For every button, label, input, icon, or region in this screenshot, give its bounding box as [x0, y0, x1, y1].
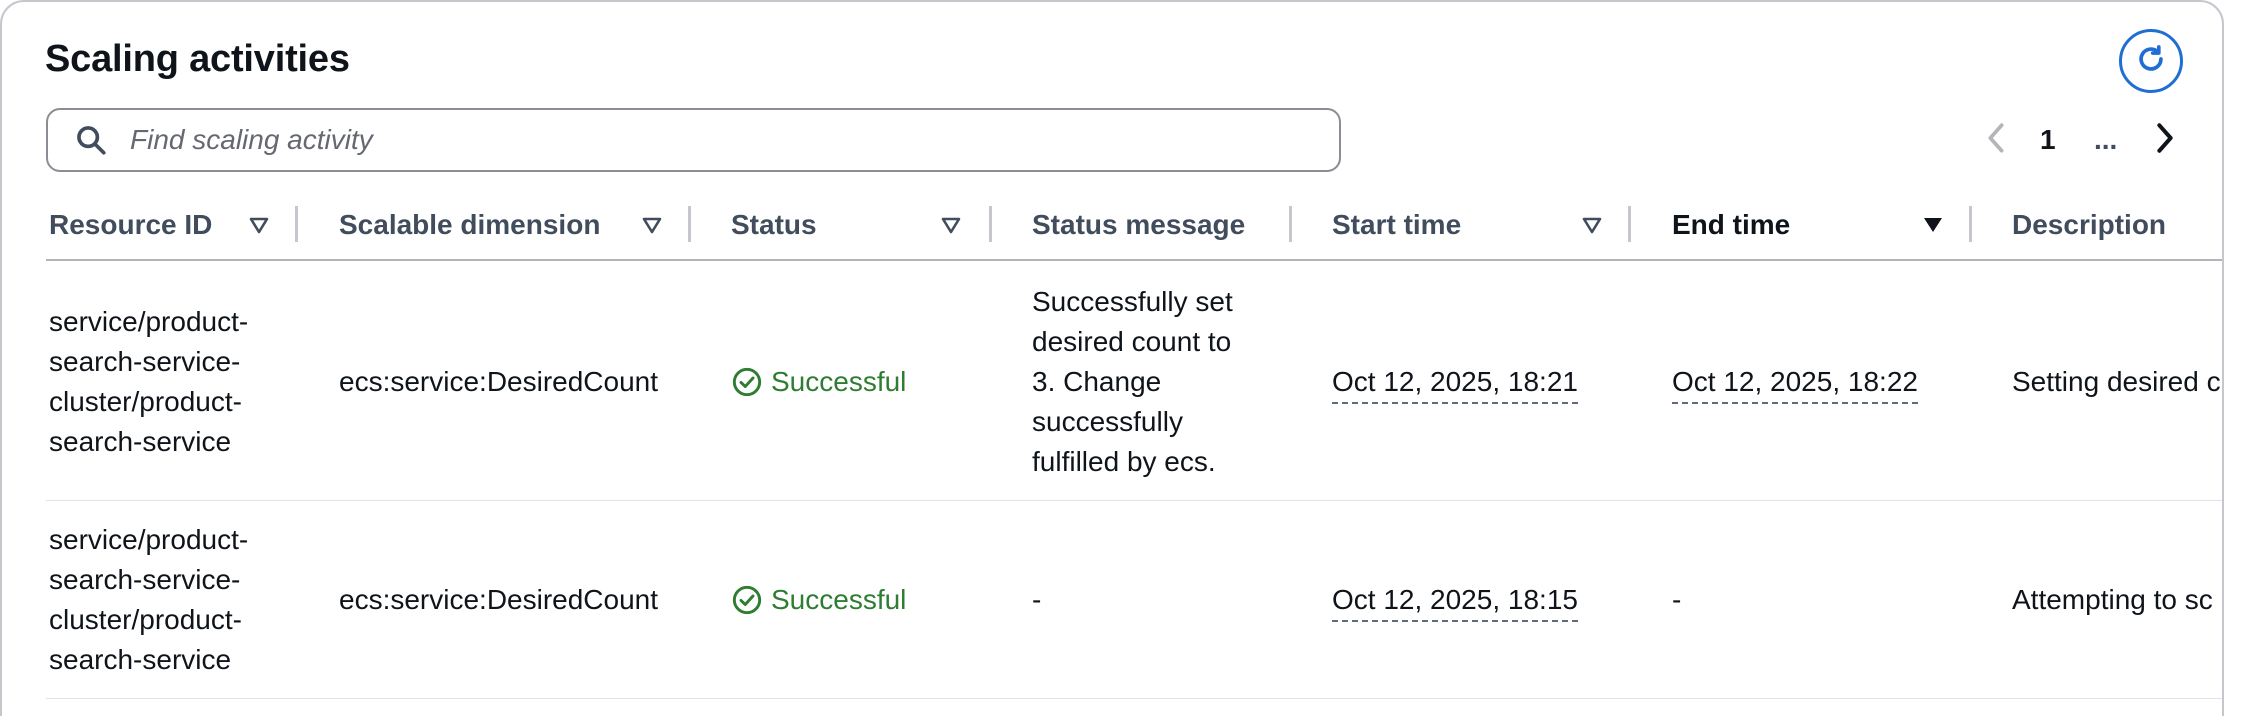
resource-id-line: service/product-: [49, 306, 249, 337]
column-divider[interactable]: [295, 206, 298, 242]
description-cell: Attempting to sc: [2012, 584, 2213, 615]
column-divider[interactable]: [1628, 206, 1631, 242]
start-time-value[interactable]: Oct 12, 2025, 18:21: [1332, 362, 1578, 404]
refresh-button[interactable]: [2119, 29, 2183, 93]
row-divider: [46, 698, 2222, 699]
pagination-ellipsis: ...: [2094, 124, 2118, 155]
table-header-divider: [46, 259, 2222, 261]
status-message-cell: -: [1032, 584, 1042, 615]
column-header-status-message: Status message: [1032, 209, 1246, 240]
search-field[interactable]: [46, 108, 1341, 172]
resource-id-line: cluster/product-: [49, 604, 242, 635]
search-input[interactable]: [130, 124, 1280, 156]
end-time-value[interactable]: Oct 12, 2025, 18:22: [1672, 362, 1918, 404]
resource-id-line: search-service-: [49, 564, 241, 595]
end-time-value: -: [1672, 584, 1682, 615]
scalable-dimension-cell: ecs:service:DesiredCount: [339, 584, 659, 615]
check-circle-icon: [731, 366, 763, 398]
caret-down-icon[interactable]: [640, 213, 664, 237]
status-indicator: Successful: [731, 580, 906, 620]
previous-page-button[interactable]: [1982, 120, 2010, 160]
search-icon: [74, 123, 108, 157]
chevron-right-icon: [2154, 121, 2176, 160]
status-message-line: Successfully set: [1032, 286, 1233, 317]
column-header-resource-id[interactable]: Resource ID: [49, 205, 212, 245]
column-divider[interactable]: [688, 206, 691, 242]
page-number-button[interactable]: 1: [2040, 120, 2056, 160]
resource-id-line: cluster/product-: [49, 386, 242, 417]
scaling-activities-panel: Scaling activities 1 ...: [0, 0, 2224, 716]
caret-down-icon[interactable]: [1580, 213, 1604, 237]
resource-id-line: search-service-: [49, 346, 241, 377]
status-label: Successful: [771, 584, 907, 615]
status-indicator: Successful: [731, 362, 906, 402]
scalable-dimension-cell: ecs:service:DesiredCount: [339, 366, 659, 397]
status-message-line: fulfilled by ecs.: [1032, 446, 1216, 477]
caret-down-icon[interactable]: [247, 213, 271, 237]
start-time-value[interactable]: Oct 12, 2025, 18:15: [1332, 580, 1578, 622]
resource-id-line: service/product-: [49, 524, 249, 555]
column-header-end-time[interactable]: End time: [1672, 205, 1790, 245]
column-divider[interactable]: [989, 206, 992, 242]
status-message-line: desired count to: [1032, 326, 1232, 357]
next-page-button[interactable]: [2151, 120, 2179, 160]
row-divider: [46, 500, 2222, 501]
column-header-description: Description: [2012, 209, 2167, 240]
status-message-line: 3. Change: [1032, 366, 1162, 397]
resource-id-line: search-service: [49, 426, 232, 457]
column-divider[interactable]: [1969, 206, 1972, 242]
column-header-status[interactable]: Status: [731, 205, 817, 245]
panel-title: Scaling activities: [45, 38, 350, 80]
refresh-icon: [2134, 42, 2168, 81]
status-label: Successful: [771, 366, 907, 397]
chevron-left-icon: [1985, 121, 2007, 160]
column-header-scalable-dimension[interactable]: Scalable dimension: [339, 205, 600, 245]
resource-id-cell: service/product- search-service- cluster…: [49, 520, 248, 680]
caret-down-icon[interactable]: [939, 213, 963, 237]
status-message-line: successfully: [1032, 406, 1183, 437]
check-circle-icon: [731, 584, 763, 616]
caret-down-filled-icon[interactable]: [1921, 213, 1945, 237]
column-divider[interactable]: [1289, 206, 1292, 242]
resource-id-line: search-service: [49, 644, 232, 675]
status-message-cell: Successfully set desired count to 3. Cha…: [1032, 282, 1233, 482]
column-header-start-time[interactable]: Start time: [1332, 205, 1461, 245]
description-cell: Setting desired c: [2012, 366, 2221, 397]
resource-id-cell: service/product- search-service- cluster…: [49, 302, 248, 462]
